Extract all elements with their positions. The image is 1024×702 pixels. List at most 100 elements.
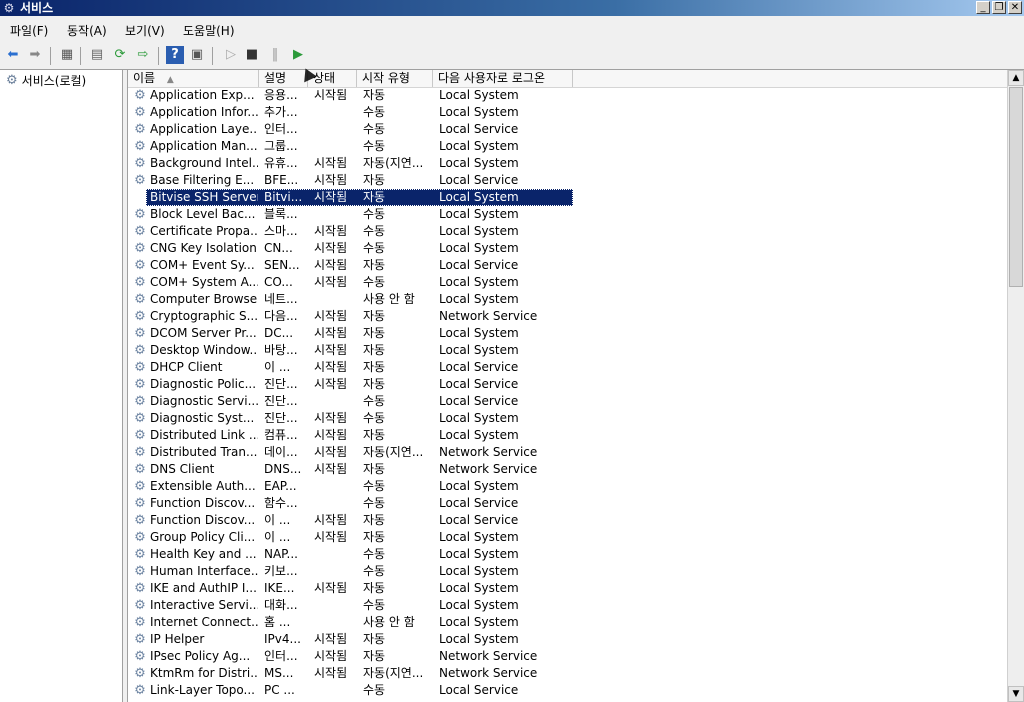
forward-arrow-icon[interactable]: ➡	[26, 46, 44, 64]
service-logon-as: Local System	[439, 479, 519, 493]
table-row[interactable]: ⚙ Internet Connect... 홈 ... 사용 안 함 Local Sys…	[128, 614, 1008, 631]
service-name: Block Level Bac...	[150, 207, 256, 221]
table-row[interactable]: ⚙ Extensible Auth... EAP... 수동 Local System	[128, 478, 1008, 495]
table-row[interactable]: ⚙ DNS Client DNS... 시작됨 자동 Network Service	[128, 461, 1008, 478]
service-name: Computer Browser	[150, 292, 258, 306]
service-status: 시작됨	[314, 360, 348, 374]
stop-service-icon[interactable]: ■	[243, 46, 261, 64]
service-status	[314, 291, 358, 308]
service-description: 블록...	[264, 207, 298, 221]
menu-view[interactable]: 보기(V)	[125, 22, 165, 39]
service-gear-icon: ⚙	[134, 445, 146, 460]
service-status: 시작됨	[314, 190, 348, 204]
service-status	[314, 546, 358, 563]
table-row[interactable]: ⚙ DHCP Client 이 ... 시작됨 자동 Local Service	[128, 359, 1008, 376]
service-logon-as: Local System	[439, 530, 519, 544]
table-row[interactable]: ⚙ Application Exp... 응용... 시작됨 자동 Local Syste…	[128, 87, 1008, 104]
service-startup-type: 자동	[363, 649, 386, 663]
service-startup-type: 자동(지연...	[363, 156, 424, 170]
vertical-scrollbar[interactable]: ▲ ▼	[1007, 70, 1024, 702]
service-name: Distributed Tran...	[150, 445, 258, 459]
table-row[interactable]: ⚙ IPsec Policy Ag... 인터... 시작됨 자동 Network Ser…	[128, 648, 1008, 665]
services-gear-icon: ⚙	[6, 72, 18, 88]
table-row[interactable]: ⚙ Desktop Window... 바탕... 시작됨 자동 Local System	[128, 342, 1008, 359]
table-row[interactable]: ⚙ IKE and AuthIP I... IKE... 시작됨 자동 Local Sys…	[128, 580, 1008, 597]
show-hide-console-tree-icon[interactable]: ▦	[58, 46, 76, 64]
service-status	[314, 597, 358, 614]
table-row[interactable]: ⚙ Function Discov... 함수... 수동 Local Service	[128, 495, 1008, 512]
toolbar: ⬅ ➡ ▦ ▤ ⟳ ⇨ ? ▣ ▷ ■ ‖ ▶	[0, 42, 1024, 70]
minimize-button[interactable]: _	[976, 1, 990, 14]
service-gear-icon: ⚙	[134, 326, 146, 341]
table-row[interactable]: ⚙ IP Helper IPv4... 시작됨 자동 Local System	[128, 631, 1008, 648]
table-row[interactable]: ⚙ COM+ Event Sy... SEN... 시작됨 자동 Local Servic…	[128, 257, 1008, 274]
menu-help[interactable]: 도움말(H)	[183, 22, 235, 39]
table-row[interactable]: ⚙ Application Man... 그룹... 수동 Local System	[128, 138, 1008, 155]
column-header-logon[interactable]: 다음 사용자로 로그온	[433, 70, 573, 87]
service-status: 시작됨	[314, 428, 348, 442]
service-logon-as: Network Service	[439, 462, 538, 476]
table-row[interactable]: ⚙ Application Laye... 인터... 수동 Local Service	[128, 121, 1008, 138]
table-row[interactable]: ⚙ Diagnostic Syst... 진단... 시작됨 수동 Local Syste…	[128, 410, 1008, 427]
table-row[interactable]: ⚙ Base Filtering E... BFE... 시작됨 자동 Local Ser…	[128, 172, 1008, 189]
service-status	[314, 393, 358, 410]
service-logon-as: Local System	[439, 632, 519, 646]
refresh-icon[interactable]: ⟳	[111, 46, 129, 64]
column-header-name[interactable]: 이름 ▲	[128, 70, 259, 87]
table-row[interactable]: ⚙ Bitvise SSH Server Bitvi... 시작됨 자동 Local Sy…	[128, 189, 1008, 206]
export-list-icon[interactable]: ⇨	[134, 46, 152, 64]
service-name: Diagnostic Servi...	[150, 394, 258, 408]
show-hide-action-pane-icon[interactable]: ▣	[188, 46, 206, 64]
properties-icon[interactable]: ▤	[88, 46, 106, 64]
table-row[interactable]: ⚙ Block Level Bac... 블록... 수동 Local System	[128, 206, 1008, 223]
service-logon-as: Local System	[439, 88, 519, 102]
service-startup-type: 사용 안 함	[363, 615, 415, 629]
back-arrow-icon[interactable]: ⬅	[4, 46, 22, 64]
table-row[interactable]: ⚙ Cryptographic S... 다음... 시작됨 자동 Network Ser…	[128, 308, 1008, 325]
table-row[interactable]: ⚙ DCOM Server Pr... DC... 시작됨 자동 Local System	[128, 325, 1008, 342]
table-row[interactable]: ⚙ Diagnostic Servi... 진단... 수동 Local Service	[128, 393, 1008, 410]
restart-service-icon[interactable]: ▶	[289, 46, 307, 64]
help-icon[interactable]: ?	[166, 46, 184, 64]
menu-action[interactable]: 동작(A)	[67, 22, 107, 39]
column-header-type[interactable]: 시작 유형	[357, 70, 433, 87]
service-startup-type: 자동	[363, 258, 386, 272]
table-row[interactable]: ⚙ Link-Layer Topo... PC ... 수동 Local Service	[128, 682, 1008, 699]
service-status: 시작됨	[314, 275, 348, 289]
scroll-down-arrow-icon[interactable]: ▼	[1008, 686, 1024, 702]
service-status: 시작됨	[314, 530, 348, 544]
table-row[interactable]: ⚙ Diagnostic Polic... 진단... 시작됨 자동 Local Serv…	[128, 376, 1008, 393]
service-startup-type: 수동	[363, 564, 386, 578]
table-row[interactable]: ⚙ COM+ System A... CO... 시작됨 수동 Local System	[128, 274, 1008, 291]
service-logon-as: Local System	[439, 105, 519, 119]
service-gear-icon: ⚙	[134, 394, 146, 409]
table-row[interactable]: ⚙ Computer Browser 네트... 사용 안 함 Local System	[128, 291, 1008, 308]
table-row[interactable]: ⚙ Function Discov... 이 ... 시작됨 자동 Local Servi…	[128, 512, 1008, 529]
service-status	[314, 495, 358, 512]
table-row[interactable]: ⚙ KtmRm for Distri... MS... 시작됨 자동(지연... Netw…	[128, 665, 1008, 682]
table-row[interactable]: ⚙ Interactive Servi... 대화... 수동 Local System	[128, 597, 1008, 614]
service-name: Bitvise SSH Server	[150, 190, 258, 204]
service-name: Function Discov...	[150, 513, 256, 527]
service-logon-as: Local Service	[439, 360, 519, 374]
table-row[interactable]: ⚙ Certificate Propa... 스마... 시작됨 수동 Local Sys…	[128, 223, 1008, 240]
service-gear-icon: ⚙	[134, 224, 146, 239]
table-row[interactable]: ⚙ Application Infor... 추가... 수동 Local System	[128, 104, 1008, 121]
restore-button[interactable]: ❐	[992, 1, 1006, 14]
scrollbar-thumb[interactable]	[1009, 87, 1023, 287]
table-row[interactable]: ⚙ Human Interface... 키보... 수동 Local System	[128, 563, 1008, 580]
table-row[interactable]: ⚙ Health Key and ... NAP... 수동 Local System	[128, 546, 1008, 563]
pause-service-icon[interactable]: ‖	[266, 46, 284, 64]
start-service-icon[interactable]: ▷	[222, 46, 240, 64]
table-row[interactable]: ⚙ Distributed Tran... 데이... 시작됨 자동(지연... Netw…	[128, 444, 1008, 461]
close-button[interactable]: ✕	[1008, 1, 1022, 14]
table-row[interactable]: ⚙ Distributed Link ... 컴퓨... 시작됨 자동 Local Sys…	[128, 427, 1008, 444]
scroll-up-arrow-icon[interactable]: ▲	[1008, 70, 1024, 86]
tree-item-services-local[interactable]: ⚙ 서비스(로컬)	[6, 72, 86, 89]
service-logon-as: Local System	[439, 292, 519, 306]
menu-file[interactable]: 파일(F)	[10, 22, 48, 39]
service-startup-type: 자동	[363, 326, 386, 340]
table-row[interactable]: ⚙ CNG Key Isolation CN... 시작됨 수동 Local System	[128, 240, 1008, 257]
table-row[interactable]: ⚙ Group Policy Cli... 이 ... 시작됨 자동 Local Syst…	[128, 529, 1008, 546]
table-row[interactable]: ⚙ Background Intel... 유휴... 시작됨 자동(지연... Loca…	[128, 155, 1008, 172]
